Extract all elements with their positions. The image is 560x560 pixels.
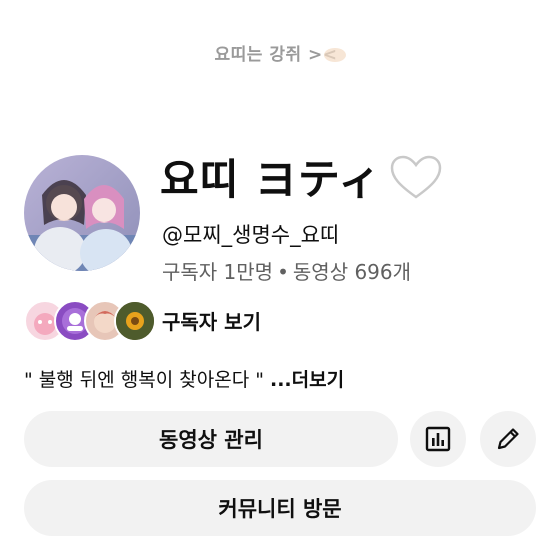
subscriber-avatars — [24, 300, 156, 342]
more-link[interactable]: ...더보기 — [270, 369, 344, 391]
separator-dot: • — [277, 260, 289, 284]
banner-text: 요띠는 강쥐 >< — [0, 40, 560, 65]
visit-community-button[interactable]: 커뮤니티 방문 — [24, 480, 536, 536]
channel-description[interactable]: " 불행 뒤엔 행복이 찾아온다 " ...더보기 — [24, 365, 344, 392]
analytics-icon — [425, 426, 451, 452]
description-text: " 불행 뒤엔 행복이 찾아온다 " — [24, 369, 270, 391]
channel-avatar[interactable] — [24, 155, 140, 271]
subscriber-count: 구독자 1만명 — [162, 260, 274, 284]
channel-name: 요띠 ヨティ — [160, 155, 382, 204]
video-count: 동영상 696개 — [292, 260, 412, 284]
channel-handle: @모찌_생명수_요띠 — [162, 223, 340, 247]
channel-stats: 구독자 1만명 • 동영상 696개 — [162, 256, 411, 285]
view-subscribers-row[interactable]: 구독자 보기 — [24, 300, 261, 342]
channel-name-row: 요띠 ヨティ — [160, 146, 443, 207]
edit-button[interactable] — [480, 411, 536, 467]
subscriber-avatar — [114, 300, 156, 342]
banner-decoration — [323, 48, 346, 62]
view-subscribers-link[interactable]: 구독자 보기 — [162, 306, 261, 335]
white-heart-icon — [391, 155, 442, 199]
manage-videos-button[interactable]: 동영상 관리 — [24, 411, 398, 467]
analytics-button[interactable] — [410, 411, 466, 467]
pencil-icon — [497, 428, 519, 450]
